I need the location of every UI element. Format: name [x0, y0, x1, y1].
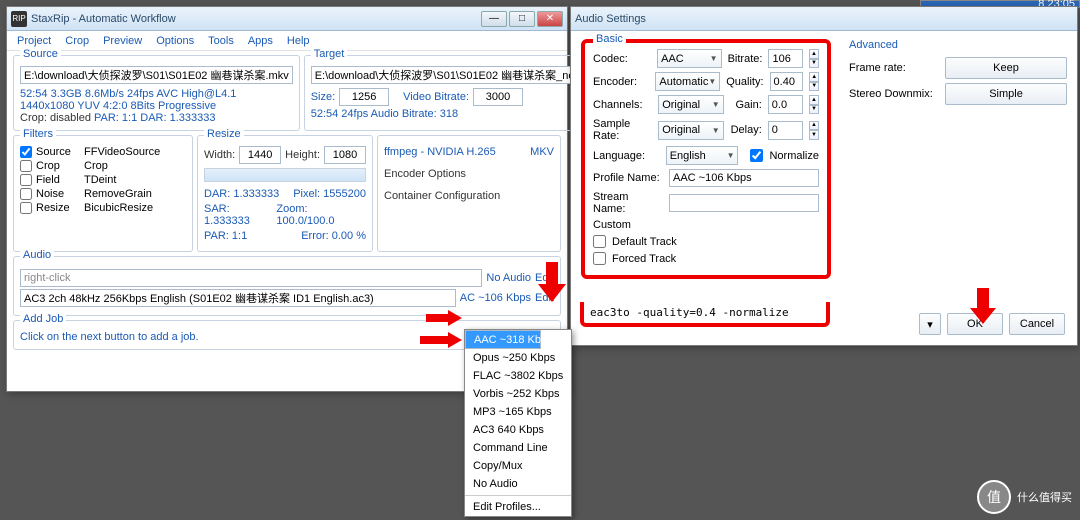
dropdown-item[interactable]: No Audio	[465, 475, 571, 493]
downmix-button[interactable]: Simple	[945, 83, 1067, 105]
container-config[interactable]: Container Configuration	[384, 190, 554, 202]
advanced-group: Advanced Frame rate:Keep Stereo Downmix:…	[849, 39, 1067, 279]
menu-options[interactable]: Options	[156, 35, 194, 47]
dropdown-item[interactable]: Vorbis ~252 Kbps	[465, 385, 571, 403]
target-vbitrate[interactable]: 3000	[473, 88, 523, 106]
minimize-button[interactable]: —	[481, 11, 507, 27]
profilename-input[interactable]: AAC ~106 Kbps	[669, 169, 819, 187]
audio-title: Audio Settings	[575, 13, 1073, 25]
filter-checkbox[interactable]	[20, 146, 32, 158]
forcedtrack-checkbox[interactable]	[593, 252, 606, 265]
encoder-link[interactable]: ffmpeg - NVIDIA H.265	[384, 146, 496, 158]
filter-row[interactable]: SourceFFVideoSource	[20, 146, 186, 158]
filter-checkbox[interactable]	[20, 202, 32, 214]
dropdown-item[interactable]: AC3 640 Kbps	[465, 421, 571, 439]
filter-row[interactable]: CropCrop	[20, 160, 186, 172]
dropdown-item[interactable]: Copy/Mux	[465, 457, 571, 475]
audio-row1-noaudio[interactable]: No Audio	[486, 272, 531, 284]
app-icon: RIP	[11, 11, 27, 27]
target-size[interactable]: 1256	[339, 88, 389, 106]
main-titlebar[interactable]: RIP StaxRip - Automatic Workflow — □ ✕	[7, 7, 567, 31]
language-select[interactable]: English▼	[666, 146, 739, 165]
source-info2: 1440x1080 YUV 4:2:0 8Bits Progressive	[20, 100, 293, 112]
audio-profile-dropdown: AAC ~318 Kbps Opus ~250 Kbps FLAC ~3802 …	[464, 329, 572, 517]
audio-titlebar[interactable]: Audio Settings	[571, 7, 1077, 31]
filter-checkbox[interactable]	[20, 160, 32, 172]
dropdown-edit-profiles[interactable]: Edit Profiles...	[465, 498, 571, 516]
encoder-options[interactable]: Encoder Options	[384, 168, 554, 180]
annotation-arrow-icon	[970, 288, 996, 326]
dropdown-item[interactable]: Opus ~250 Kbps	[465, 349, 571, 367]
main-menubar: Project Crop Preview Options Tools Apps …	[7, 31, 567, 51]
resize-slider[interactable]	[204, 168, 366, 182]
streamname-input[interactable]	[669, 194, 819, 212]
audio-row1-input[interactable]: right-click	[20, 269, 482, 287]
main-title: StaxRip - Automatic Workflow	[31, 13, 481, 25]
annotation-arrow-icon	[538, 262, 566, 304]
audio-settings-window: Audio Settings Codec:AAC▼Bitrate:106▲▼ E…	[570, 6, 1078, 346]
maximize-button[interactable]: □	[509, 11, 535, 27]
source-info1: 52:54 3.3GB 8.6Mb/s 24fps AVC High@L4.1	[20, 88, 293, 100]
dropdown-item[interactable]: MP3 ~165 Kbps	[465, 403, 571, 421]
dropdown-item[interactable]: Command Line	[465, 439, 571, 457]
menu-dropdown-button[interactable]: ▾	[919, 313, 941, 335]
quality-spinner[interactable]: ▲▼	[809, 72, 819, 91]
framerate-button[interactable]: Keep	[945, 57, 1067, 79]
gain-spinner[interactable]: ▲▼	[809, 95, 819, 114]
annotation-arrow-icon	[426, 310, 464, 326]
menu-preview[interactable]: Preview	[103, 35, 142, 47]
defaulttrack-checkbox[interactable]	[593, 235, 606, 248]
encoder-group: ffmpeg - NVIDIA H.265 MKV Encoder Options…	[377, 135, 561, 252]
audio-group: Audio right-click No Audio Edit AC3 2ch …	[13, 256, 561, 316]
watermark: 值 什么值得买	[977, 480, 1072, 514]
gain-input[interactable]: 0.0	[768, 95, 803, 114]
filter-row[interactable]: ResizeBicubicResize	[20, 202, 186, 214]
menu-crop[interactable]: Crop	[65, 35, 89, 47]
encoder-select[interactable]: Automatic▼	[655, 72, 720, 91]
samplerate-select[interactable]: Original▼	[658, 121, 723, 140]
audio-row2-input[interactable]: AC3 2ch 48kHz 256Kbps English (S01E02 幽巷…	[20, 289, 456, 307]
container-link[interactable]: MKV	[530, 146, 554, 158]
source-group: Source E:\download\大侦探波罗\S01\S01E02 幽巷谋杀…	[13, 55, 300, 131]
quality-input[interactable]: 0.40	[770, 72, 804, 91]
annotation-arrow-icon	[420, 332, 464, 348]
channels-select[interactable]: Original▼	[658, 95, 723, 114]
delay-spinner[interactable]: ▲▼	[809, 121, 819, 140]
resize-width[interactable]: 1440	[239, 146, 281, 164]
audio-row2-encoder[interactable]: AC ~106 Kbps	[460, 292, 531, 304]
filter-checkbox[interactable]	[20, 174, 32, 186]
normalize-checkbox[interactable]	[750, 149, 763, 162]
bitrate-spinner[interactable]: ▲▼	[809, 49, 819, 68]
bitrate-input[interactable]: 106	[768, 49, 803, 68]
basic-group: Codec:AAC▼Bitrate:106▲▼ Encoder:Automati…	[581, 39, 831, 279]
filter-row[interactable]: FieldTDeint	[20, 174, 186, 186]
cancel-button[interactable]: Cancel	[1009, 313, 1065, 335]
target-info: 52:54 24fps Audio Bitrate: 318	[311, 108, 609, 120]
resize-group: Resize Width: 1440 Height: 1080 DAR: 1.3…	[197, 135, 373, 252]
addjob-hint: Click on the next button to add a job.	[20, 331, 199, 343]
close-button[interactable]: ✕	[537, 11, 563, 27]
source-path[interactable]: E:\download\大侦探波罗\S01\S01E02 幽巷谋杀案.mkv	[20, 66, 293, 84]
resize-height[interactable]: 1080	[324, 146, 366, 164]
watermark-icon: 值	[977, 480, 1011, 514]
commandline[interactable]: eac3to -quality=0.4 -normalize	[580, 302, 830, 327]
filters-group: Filters SourceFFVideoSourceCropCropField…	[13, 135, 193, 252]
delay-input[interactable]: 0	[768, 121, 803, 140]
dropdown-item[interactable]: AAC ~318 Kbps	[465, 330, 541, 349]
menu-tools[interactable]: Tools	[208, 35, 234, 47]
codec-select[interactable]: AAC▼	[657, 49, 721, 68]
filter-row[interactable]: NoiseRemoveGrain	[20, 188, 186, 200]
menu-project[interactable]: Project	[17, 35, 51, 47]
target-path[interactable]: E:\download\大侦探波罗\S01\S01E02 幽巷谋杀案_new.m…	[311, 66, 609, 84]
menu-help[interactable]: Help	[287, 35, 310, 47]
dropdown-item[interactable]: FLAC ~3802 Kbps	[465, 367, 571, 385]
menu-apps[interactable]: Apps	[248, 35, 273, 47]
filter-checkbox[interactable]	[20, 188, 32, 200]
